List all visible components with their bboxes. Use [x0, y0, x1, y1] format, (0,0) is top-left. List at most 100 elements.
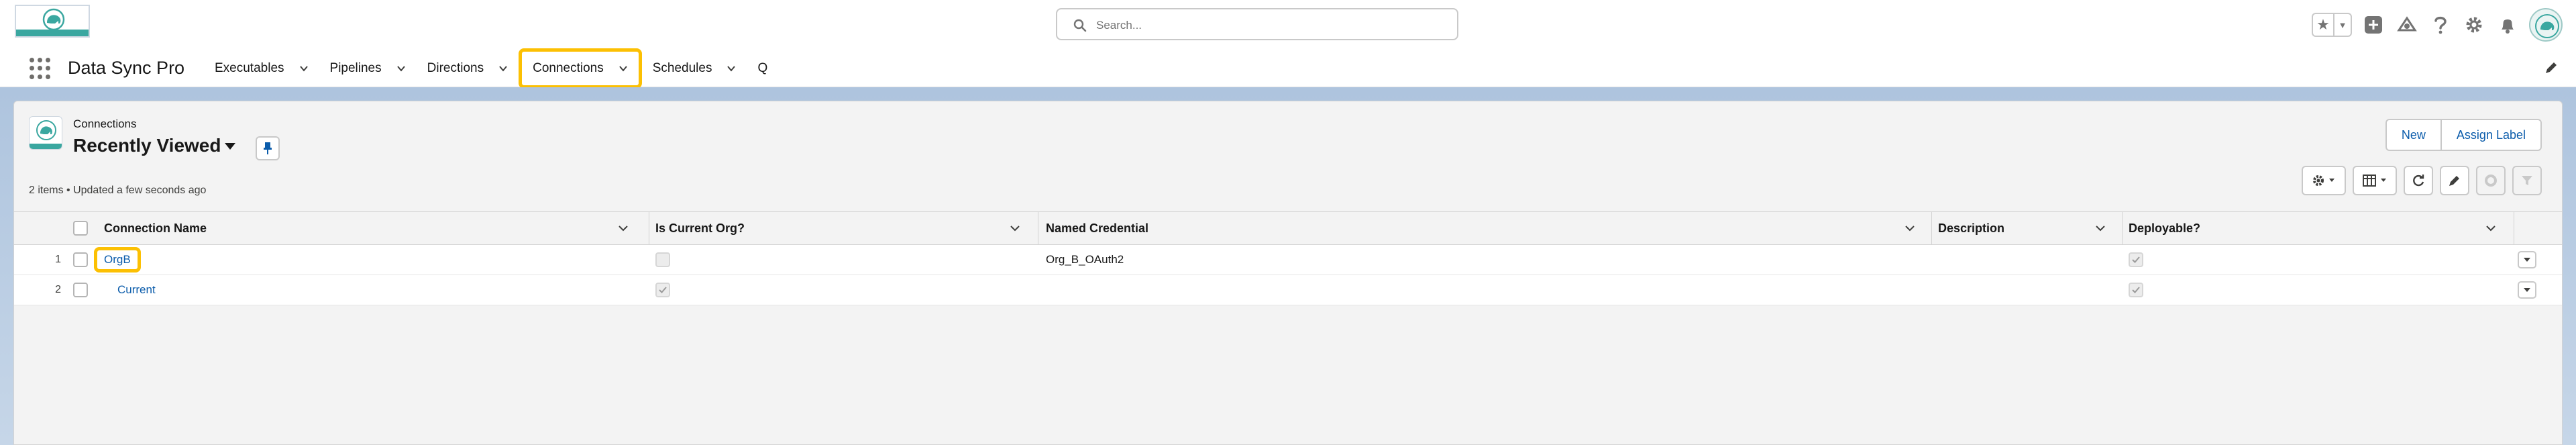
row-select-checkbox[interactable]	[73, 283, 88, 297]
nav-tab-label: Pipelines	[329, 61, 382, 75]
help-icon[interactable]	[2428, 13, 2453, 37]
header-utility-icons: ★ ▼	[2312, 8, 2563, 42]
new-button[interactable]: New	[2387, 120, 2440, 150]
row-actions-menu-button[interactable]	[2518, 281, 2536, 299]
global-header: Search... ★ ▼	[0, 0, 2576, 50]
row-number: 1	[55, 254, 61, 265]
row-actions-menu-button[interactable]	[2518, 251, 2536, 268]
is-current-org-checkbox	[655, 283, 670, 297]
filter-icon	[2522, 176, 2532, 185]
pin-list-view-button[interactable]	[256, 136, 280, 160]
chevron-down-icon	[2524, 288, 2530, 292]
row-select-checkbox-cell[interactable]	[73, 275, 88, 305]
list-view-switcher-caret-icon[interactable]	[225, 143, 235, 150]
display-as-table-button[interactable]	[2353, 166, 2397, 195]
nav-tab-label: Directions	[427, 61, 484, 75]
column-header-description[interactable]: Description	[1938, 212, 2004, 244]
chevron-down-icon	[2524, 258, 2530, 262]
chevron-down-icon[interactable]	[727, 64, 736, 73]
list-view-card: Connections Recently Viewed 2 items • Up…	[13, 101, 2563, 445]
trailhead-guidance-icon[interactable]	[2395, 13, 2419, 37]
pencil-icon	[2449, 176, 2459, 186]
table-header-row: Connection Name Is Current Org? Named Cr…	[14, 211, 2562, 245]
table-row: 2 Current	[14, 275, 2562, 305]
charts-button[interactable]	[2476, 166, 2506, 195]
inline-edit-button[interactable]	[2440, 166, 2469, 195]
nav-tab-label: Q	[757, 61, 768, 75]
global-search[interactable]: Search...	[1056, 8, 1458, 40]
column-header-connection-name[interactable]: Connection Name	[104, 212, 207, 244]
connection-object-icon	[29, 116, 62, 150]
filters-button[interactable]	[2512, 166, 2542, 195]
chevron-down-icon	[2329, 179, 2334, 182]
named-credential-cell: Org_B_OAuth2	[1046, 253, 1124, 266]
deployable-cell	[2129, 245, 2143, 275]
assign-label-button[interactable]: Assign Label	[2440, 120, 2540, 150]
chevron-down-icon	[2381, 179, 2386, 182]
app-name: Data Sync Pro	[68, 58, 185, 78]
row-select-checkbox[interactable]	[73, 252, 88, 267]
search-placeholder: Search...	[1096, 19, 1142, 32]
table-icon	[2363, 175, 2376, 187]
column-menu-chevron-icon[interactable]	[2485, 224, 2496, 233]
nav-tabs: Executables Pipelines Directions Connect…	[204, 48, 778, 89]
connection-name-cell: Current	[104, 275, 156, 305]
chevron-down-icon[interactable]	[396, 64, 406, 73]
favorites-button-group[interactable]: ★ ▼	[2312, 13, 2352, 37]
refresh-icon	[2413, 175, 2424, 187]
connection-name-link[interactable]: OrgB	[94, 247, 141, 273]
app-launcher-icon[interactable]	[30, 58, 51, 79]
chevron-down-icon[interactable]	[299, 64, 309, 73]
column-menu-chevron-icon[interactable]	[618, 224, 629, 233]
column-header-is-current-org[interactable]: Is Current Org?	[655, 212, 745, 244]
avatar-elephant-icon	[2535, 14, 2559, 38]
favorite-star-icon[interactable]: ★	[2313, 14, 2334, 36]
nav-tab-q[interactable]: Q	[747, 50, 778, 87]
column-header-named-credential[interactable]: Named Credential	[1046, 212, 1148, 244]
favorites-menu-chevron-icon[interactable]: ▼	[2334, 14, 2351, 36]
column-menu-chevron-icon[interactable]	[2095, 224, 2106, 233]
nav-tab-label: Schedules	[652, 61, 712, 75]
checkmark-icon	[659, 287, 667, 293]
connection-name-link[interactable]: Current	[104, 283, 156, 297]
row-number: 2	[55, 284, 61, 295]
table-row: 1 OrgB Org_B_OAuth2	[14, 245, 2562, 275]
column-header-deployable[interactable]: Deployable?	[2129, 212, 2200, 244]
column-menu-chevron-icon[interactable]	[1904, 224, 1915, 233]
select-all-checkbox[interactable]	[73, 221, 88, 236]
nav-tab-connections[interactable]: Connections	[519, 48, 642, 89]
chevron-down-icon[interactable]	[619, 64, 628, 73]
is-current-org-cell	[655, 245, 670, 275]
deployable-checkbox	[2129, 283, 2143, 297]
connections-table: Connection Name Is Current Org? Named Cr…	[14, 211, 2562, 305]
row-select-checkbox-cell[interactable]	[73, 245, 88, 275]
elephant-logo-icon	[42, 8, 65, 31]
is-current-org-checkbox	[655, 252, 670, 267]
nav-tab-label: Executables	[215, 61, 284, 75]
user-avatar[interactable]	[2529, 8, 2563, 42]
nav-tab-pipelines[interactable]: Pipelines	[319, 50, 417, 87]
notifications-bell-icon[interactable]	[2496, 13, 2520, 37]
object-label: Connections	[73, 117, 137, 130]
select-all-checkbox-cell[interactable]	[73, 212, 88, 244]
global-actions-add-icon[interactable]	[2361, 13, 2385, 37]
nav-tab-label: Connections	[533, 61, 604, 75]
chevron-down-icon[interactable]	[498, 64, 508, 73]
deployable-checkbox	[2129, 252, 2143, 267]
column-menu-chevron-icon[interactable]	[1010, 224, 1020, 233]
org-logo[interactable]	[15, 5, 90, 38]
list-view-name[interactable]: Recently Viewed	[73, 135, 221, 156]
nav-tab-directions[interactable]: Directions	[417, 50, 519, 87]
checkmark-icon	[2132, 256, 2140, 263]
list-view-meta: 2 items • Updated a few seconds ago	[29, 185, 207, 196]
nav-tab-executables[interactable]: Executables	[204, 50, 319, 87]
list-view-settings-button[interactable]	[2302, 166, 2346, 195]
pin-icon	[264, 142, 272, 154]
nav-tab-schedules[interactable]: Schedules	[642, 50, 747, 87]
edit-nav-pencil-icon[interactable]	[2544, 60, 2559, 75]
setup-gear-icon[interactable]	[2462, 13, 2486, 37]
search-icon	[1073, 19, 1087, 32]
refresh-button[interactable]	[2404, 166, 2433, 195]
deployable-cell	[2129, 275, 2143, 305]
chart-icon	[2485, 175, 2497, 187]
